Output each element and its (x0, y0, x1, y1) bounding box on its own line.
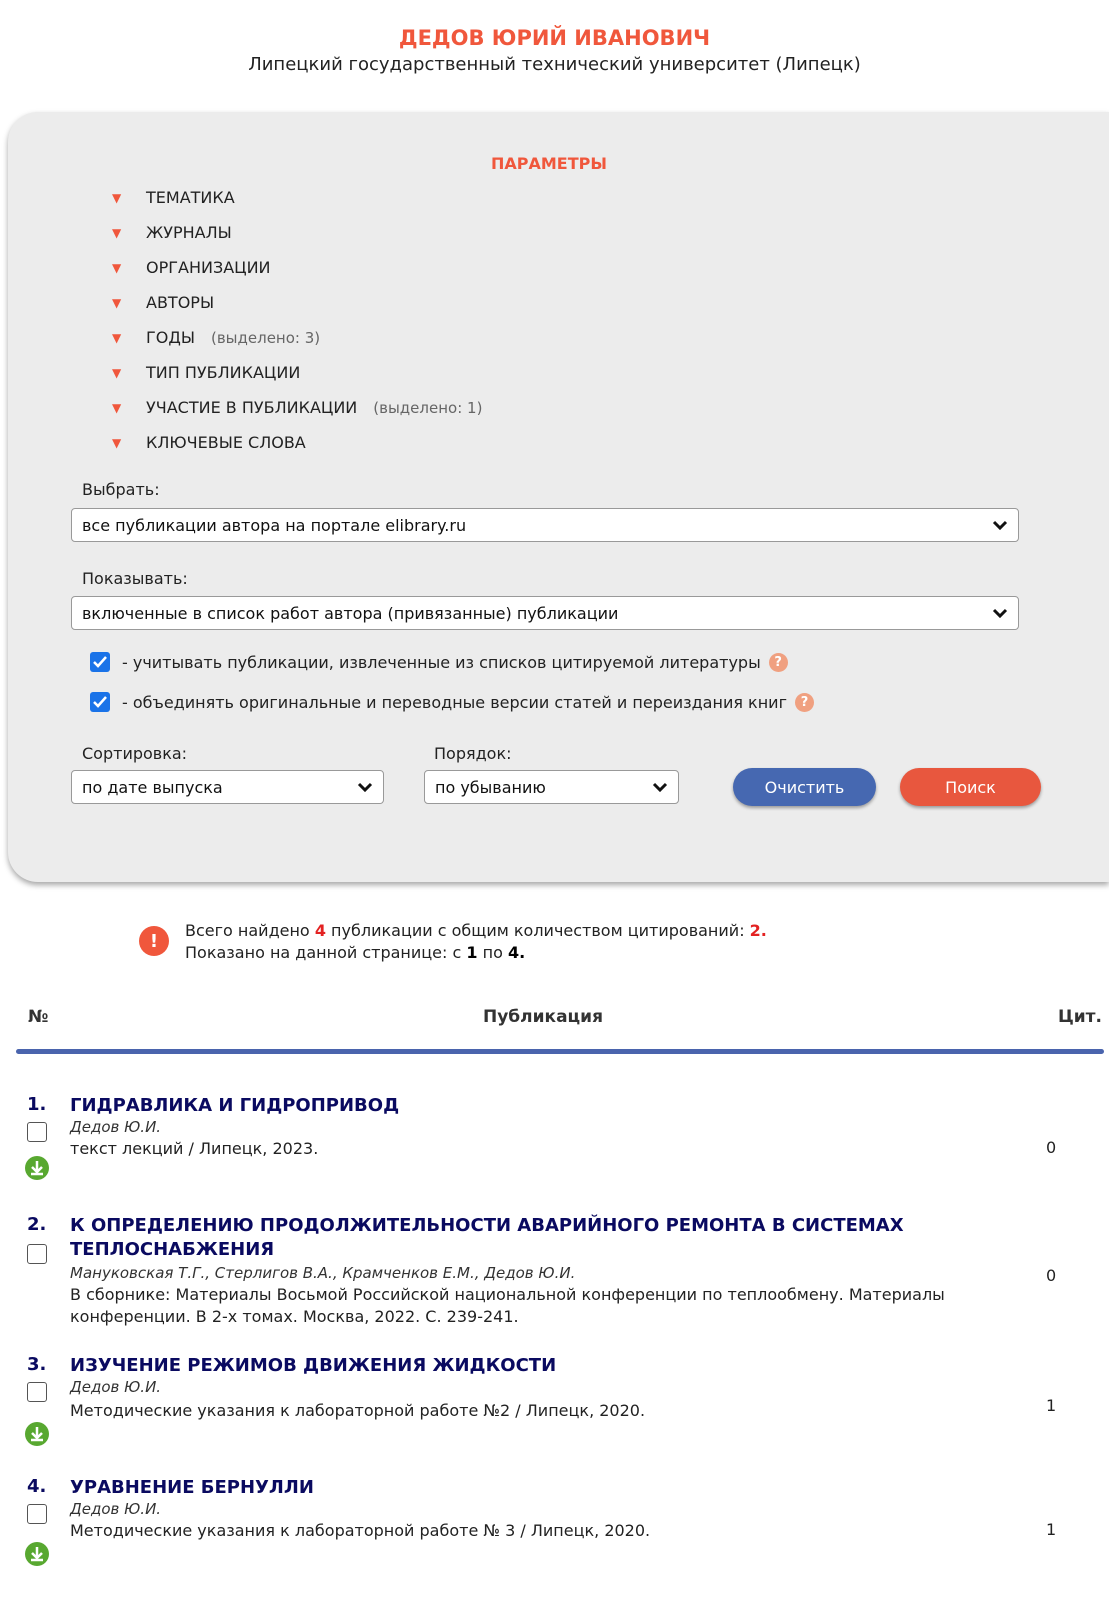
param-journals[interactable]: ▼ ЖУРНАЛЫ (112, 223, 232, 242)
select-label: Выбрать: (82, 480, 160, 499)
sort-value: по дате выпуска (82, 777, 223, 797)
publication-authors[interactable]: Мануковская Т.Г., Стерлигов В.А., Крамче… (70, 1264, 575, 1282)
param-authors[interactable]: ▼ АВТОРЫ (112, 293, 214, 312)
publication-source: В сборнике: Материалы Восьмой Российской… (70, 1285, 945, 1326)
merge-versions-option: - объединять оригинальные и переводные в… (90, 692, 814, 712)
publication-title[interactable]: ГИДРАВЛИКА И ГИДРОПРИВОД (70, 1094, 1000, 1118)
show-dropdown[interactable]: включенные в список работ автора (привяз… (71, 596, 1019, 630)
download-icon[interactable] (25, 1422, 49, 1446)
param-label: УЧАСТИЕ В ПУБЛИКАЦИИ (146, 398, 358, 417)
publication-source: Методические указания к лабораторной раб… (70, 1401, 646, 1420)
publication-citations: 1 (1046, 1396, 1057, 1415)
parameters-title: ПАРАМЕТРЫ (491, 154, 607, 173)
download-icon[interactable] (25, 1542, 49, 1566)
select-dropdown[interactable]: все публикации автора на портале elibrar… (71, 508, 1019, 542)
range-from: 1 (466, 943, 478, 962)
param-participation[interactable]: ▼ УЧАСТИЕ В ПУБЛИКАЦИИ (выделено: 1) (112, 398, 482, 417)
publication-title[interactable]: УРАВНЕНИЕ БЕРНУЛЛИ (70, 1476, 1000, 1500)
column-header-number: № (28, 1007, 49, 1027)
sort-label: Сортировка: (82, 744, 188, 763)
triangle-down-icon: ▼ (112, 365, 122, 380)
results-summary: ! Всего найдено 4 публикации с общим кол… (139, 920, 767, 964)
merge-versions-checkbox[interactable] (90, 692, 110, 712)
publication-authors[interactable]: Дедов Ю.И. (70, 1378, 161, 1396)
total-citations: 2. (749, 921, 767, 940)
publication-title[interactable]: К ОПРЕДЕЛЕНИЮ ПРОДОЛЖИТЕЛЬНОСТИ АВАРИЙНО… (70, 1214, 940, 1262)
param-label: КЛЮЧЕВЫЕ СЛОВА (146, 433, 306, 452)
param-label: ГОДЫ (146, 328, 195, 347)
help-icon[interactable]: ? (794, 692, 814, 712)
publication-checkbox[interactable] (27, 1504, 47, 1524)
summary-text: по (482, 943, 503, 962)
show-value: включенные в список работ автора (привяз… (82, 603, 619, 623)
order-label: Порядок: (434, 744, 512, 763)
include-references-option: - учитывать публикации, извлеченные из с… (90, 652, 788, 672)
column-header-citations: Цит. (1058, 1007, 1102, 1027)
triangle-down-icon: ▼ (112, 400, 122, 415)
publication-title[interactable]: ИЗУЧЕНИЕ РЕЖИМОВ ДВИЖЕНИЯ ЖИДКОСТИ (70, 1354, 1000, 1378)
triangle-down-icon: ▼ (112, 260, 122, 275)
sort-dropdown[interactable]: по дате выпуска (71, 770, 384, 804)
chevron-down-icon (992, 608, 1008, 618)
order-dropdown[interactable]: по убыванию (424, 770, 679, 804)
chevron-down-icon (357, 782, 373, 792)
select-value: все публикации автора на портале elibrar… (82, 515, 467, 535)
publication-number: 3. (27, 1354, 47, 1375)
order-value: по убыванию (435, 777, 546, 797)
summary-text: Показано на данной странице: с (185, 943, 462, 962)
summary-text: публикации с общим количеством цитирован… (331, 921, 745, 940)
triangle-down-icon: ▼ (112, 190, 122, 205)
search-button[interactable]: Поиск (900, 768, 1041, 806)
download-icon[interactable] (25, 1156, 49, 1180)
param-years[interactable]: ▼ ГОДЫ (выделено: 3) (112, 328, 320, 347)
include-references-checkbox[interactable] (90, 652, 110, 672)
summary-text: Всего найдено (185, 921, 310, 940)
publication-number: 2. (27, 1214, 47, 1235)
param-publication-type[interactable]: ▼ ТИП ПУБЛИКАЦИИ (112, 363, 300, 382)
publication-authors[interactable]: Дедов Ю.И. (70, 1500, 161, 1518)
triangle-down-icon: ▼ (112, 295, 122, 310)
param-selected-note: (выделено: 1) (373, 398, 483, 417)
chevron-down-icon (992, 520, 1008, 530)
publication-authors[interactable]: Дедов Ю.И. (70, 1118, 161, 1136)
results-summary-text: Всего найдено 4 публикации с общим колич… (185, 920, 767, 964)
param-keywords[interactable]: ▼ КЛЮЧЕВЫЕ СЛОВА (112, 433, 306, 452)
publication-number: 4. (27, 1476, 47, 1497)
author-organization[interactable]: Липецкий государственный технический уни… (0, 54, 1109, 75)
publication-citations: 0 (1046, 1266, 1057, 1285)
triangle-down-icon: ▼ (112, 330, 122, 345)
column-header-publication: Публикация (483, 1007, 603, 1027)
author-name: ДЕДОВ ЮРИЙ ИВАНОВИЧ (398, 26, 711, 50)
param-label: ТЕМАТИКА (146, 188, 235, 207)
publication-checkbox[interactable] (27, 1122, 47, 1142)
publication-source: Методические указания к лабораторной раб… (70, 1521, 651, 1540)
publication-source: текст лекций / Липецк, 2023. (70, 1139, 319, 1158)
clear-button[interactable]: Очистить (733, 768, 876, 806)
publication-checkbox[interactable] (27, 1382, 47, 1402)
param-label: ЖУРНАЛЫ (146, 223, 232, 242)
triangle-down-icon: ▼ (112, 225, 122, 240)
merge-versions-label: - объединять оригинальные и переводные в… (122, 692, 787, 712)
range-to: 4. (507, 943, 526, 962)
param-organizations[interactable]: ▼ ОРГАНИЗАЦИИ (112, 258, 271, 277)
publication-citations: 1 (1046, 1520, 1057, 1539)
param-selected-note: (выделено: 3) (210, 328, 321, 347)
publication-checkbox[interactable] (27, 1244, 47, 1264)
param-topics[interactable]: ▼ ТЕМАТИКА (112, 188, 235, 207)
header-divider (16, 1049, 1104, 1054)
info-icon: ! (139, 926, 169, 956)
show-label: Показывать: (82, 569, 188, 588)
param-label: ОРГАНИЗАЦИИ (146, 258, 271, 277)
param-label: ТИП ПУБЛИКАЦИИ (146, 363, 301, 382)
summary-line-1: Всего найдено 4 публикации с общим колич… (185, 920, 767, 942)
summary-line-2: Показано на данной странице: с 1 по 4. (185, 942, 767, 964)
triangle-down-icon: ▼ (112, 435, 122, 450)
chevron-down-icon (652, 782, 668, 792)
total-count: 4 (314, 921, 326, 940)
param-label: АВТОРЫ (146, 293, 215, 312)
include-references-label: - учитывать публикации, извлеченные из с… (122, 652, 761, 672)
publication-citations: 0 (1046, 1138, 1057, 1157)
publication-number: 1. (27, 1094, 47, 1115)
help-icon[interactable]: ? (768, 652, 788, 672)
